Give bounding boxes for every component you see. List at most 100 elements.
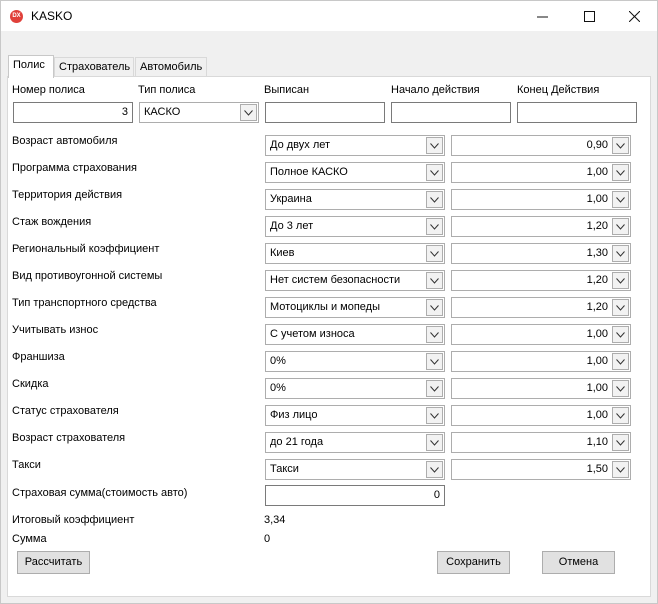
chevron-down-icon[interactable] — [612, 380, 629, 397]
row-label: Тип транспортного средства — [12, 297, 157, 309]
coefficient-value: 0,90 — [586, 139, 608, 151]
option-select[interactable]: Киев — [265, 243, 445, 264]
row-label: Возраст автомобиля — [12, 135, 118, 147]
close-button[interactable] — [611, 1, 657, 31]
option-select[interactable]: До двух лет — [265, 135, 445, 156]
coefficient-select[interactable]: 1,20 — [451, 297, 631, 318]
chevron-down-icon[interactable] — [426, 434, 443, 451]
option-select[interactable]: Такси — [265, 459, 445, 480]
chevron-down-icon[interactable] — [426, 191, 443, 208]
option-select[interactable]: Нет систем безопасности — [265, 270, 445, 291]
minimize-icon — [536, 16, 548, 17]
calculate-button[interactable]: Рассчитать — [17, 551, 90, 574]
minimize-button[interactable] — [519, 1, 565, 31]
cancel-button[interactable]: Отмена — [542, 551, 615, 574]
maximize-button[interactable] — [566, 1, 612, 31]
sum-insured-label: Страховая сумма(стоимость авто) — [12, 487, 188, 499]
option-select[interactable]: До 3 лет — [265, 216, 445, 237]
coefficient-select[interactable]: 1,20 — [451, 216, 631, 237]
coefficient-select[interactable]: 1,30 — [451, 243, 631, 264]
coefficient-select[interactable]: 1,00 — [451, 324, 631, 345]
chevron-down-icon[interactable] — [426, 245, 443, 262]
total-coefficient-label: Итоговый коэффициент — [12, 514, 135, 526]
option-value: Украина — [270, 193, 312, 205]
coefficient-select[interactable]: 1,00 — [451, 405, 631, 426]
policy-type-value: КАСКО — [144, 106, 181, 118]
policy-type-select[interactable]: КАСКО — [139, 102, 259, 123]
start-date-label: Начало действия — [391, 84, 480, 96]
option-value: Мотоциклы и мопеды — [270, 301, 380, 313]
maximize-icon — [583, 10, 595, 22]
chevron-down-icon[interactable] — [240, 104, 257, 121]
chevron-down-icon[interactable] — [612, 353, 629, 370]
option-select[interactable]: до 21 года — [265, 432, 445, 453]
policy-number-input[interactable]: 3 — [13, 102, 133, 123]
start-date-input[interactable] — [391, 102, 511, 123]
chevron-down-icon[interactable] — [612, 407, 629, 424]
chevron-down-icon[interactable] — [426, 218, 443, 235]
coefficient-select[interactable]: 1,50 — [451, 459, 631, 480]
coefficient-select[interactable]: 1,20 — [451, 270, 631, 291]
coefficient-select[interactable]: 1,00 — [451, 189, 631, 210]
option-value: До 3 лет — [270, 220, 314, 232]
chevron-down-icon[interactable] — [426, 353, 443, 370]
option-value: 0% — [270, 382, 286, 394]
row-label: Статус страхователя — [12, 405, 119, 417]
row-label: Скидка — [12, 378, 49, 390]
chevron-down-icon[interactable] — [426, 299, 443, 316]
chevron-down-icon[interactable] — [426, 407, 443, 424]
chevron-down-icon[interactable] — [612, 218, 629, 235]
coefficient-select[interactable]: 1,00 — [451, 351, 631, 372]
chevron-down-icon[interactable] — [612, 326, 629, 343]
issued-label: Выписан — [264, 84, 310, 96]
sum-insured-input[interactable]: 0 — [265, 485, 445, 506]
option-select[interactable]: С учетом износа — [265, 324, 445, 345]
tab-insurer[interactable]: Страхователь — [54, 57, 134, 77]
coefficient-select[interactable]: 1,00 — [451, 378, 631, 399]
coefficient-select[interactable]: 1,10 — [451, 432, 631, 453]
window-title: KASKO — [31, 9, 73, 23]
coefficient-value: 1,00 — [586, 193, 608, 205]
save-button[interactable]: Сохранить — [437, 551, 510, 574]
chevron-down-icon[interactable] — [612, 461, 629, 478]
coefficient-value: 1,50 — [586, 463, 608, 475]
option-value: Полное КАСКО — [270, 166, 348, 178]
tab-vehicle[interactable]: Автомобиль — [135, 57, 207, 77]
option-select[interactable]: 0% — [265, 378, 445, 399]
row-label: Программа страхования — [12, 162, 137, 174]
chevron-down-icon[interactable] — [612, 299, 629, 316]
chevron-down-icon[interactable] — [426, 326, 443, 343]
chevron-down-icon[interactable] — [426, 137, 443, 154]
option-select[interactable]: Мотоциклы и мопеды — [265, 297, 445, 318]
end-date-label: Конец Действия — [517, 84, 600, 96]
tab-policy[interactable]: Полис — [8, 55, 54, 78]
issued-date-input[interactable] — [265, 102, 385, 123]
coefficient-value: 1,20 — [586, 274, 608, 286]
option-select[interactable]: Физ лицо — [265, 405, 445, 426]
chevron-down-icon[interactable] — [612, 434, 629, 451]
coefficient-select[interactable]: 1,00 — [451, 162, 631, 183]
title-bar[interactable]: DX KASKO — [1, 1, 657, 31]
chevron-down-icon[interactable] — [612, 272, 629, 289]
row-label: Региональный коэффициент — [12, 243, 160, 255]
chevron-down-icon[interactable] — [426, 380, 443, 397]
policy-tab-panel: Номер полиса Тип полиса Выписан Начало д… — [7, 76, 651, 597]
end-date-input[interactable] — [517, 102, 637, 123]
chevron-down-icon[interactable] — [612, 191, 629, 208]
client-area: Страхователь Автомобиль Номер полиса Тип… — [1, 31, 657, 603]
kasko-window: DX KASKO Страхователь Автомобиль Номер п… — [0, 0, 658, 604]
coefficient-value: 1,00 — [586, 328, 608, 340]
option-select[interactable]: Полное КАСКО — [265, 162, 445, 183]
coefficient-select[interactable]: 0,90 — [451, 135, 631, 156]
chevron-down-icon[interactable] — [426, 164, 443, 181]
row-label: Стаж вождения — [12, 216, 92, 228]
policy-type-label: Тип полиса — [138, 84, 196, 96]
chevron-down-icon[interactable] — [612, 245, 629, 262]
chevron-down-icon[interactable] — [426, 272, 443, 289]
chevron-down-icon[interactable] — [426, 461, 443, 478]
option-select[interactable]: 0% — [265, 351, 445, 372]
chevron-down-icon[interactable] — [612, 164, 629, 181]
option-value: С учетом износа — [270, 328, 355, 340]
option-select[interactable]: Украина — [265, 189, 445, 210]
chevron-down-icon[interactable] — [612, 137, 629, 154]
